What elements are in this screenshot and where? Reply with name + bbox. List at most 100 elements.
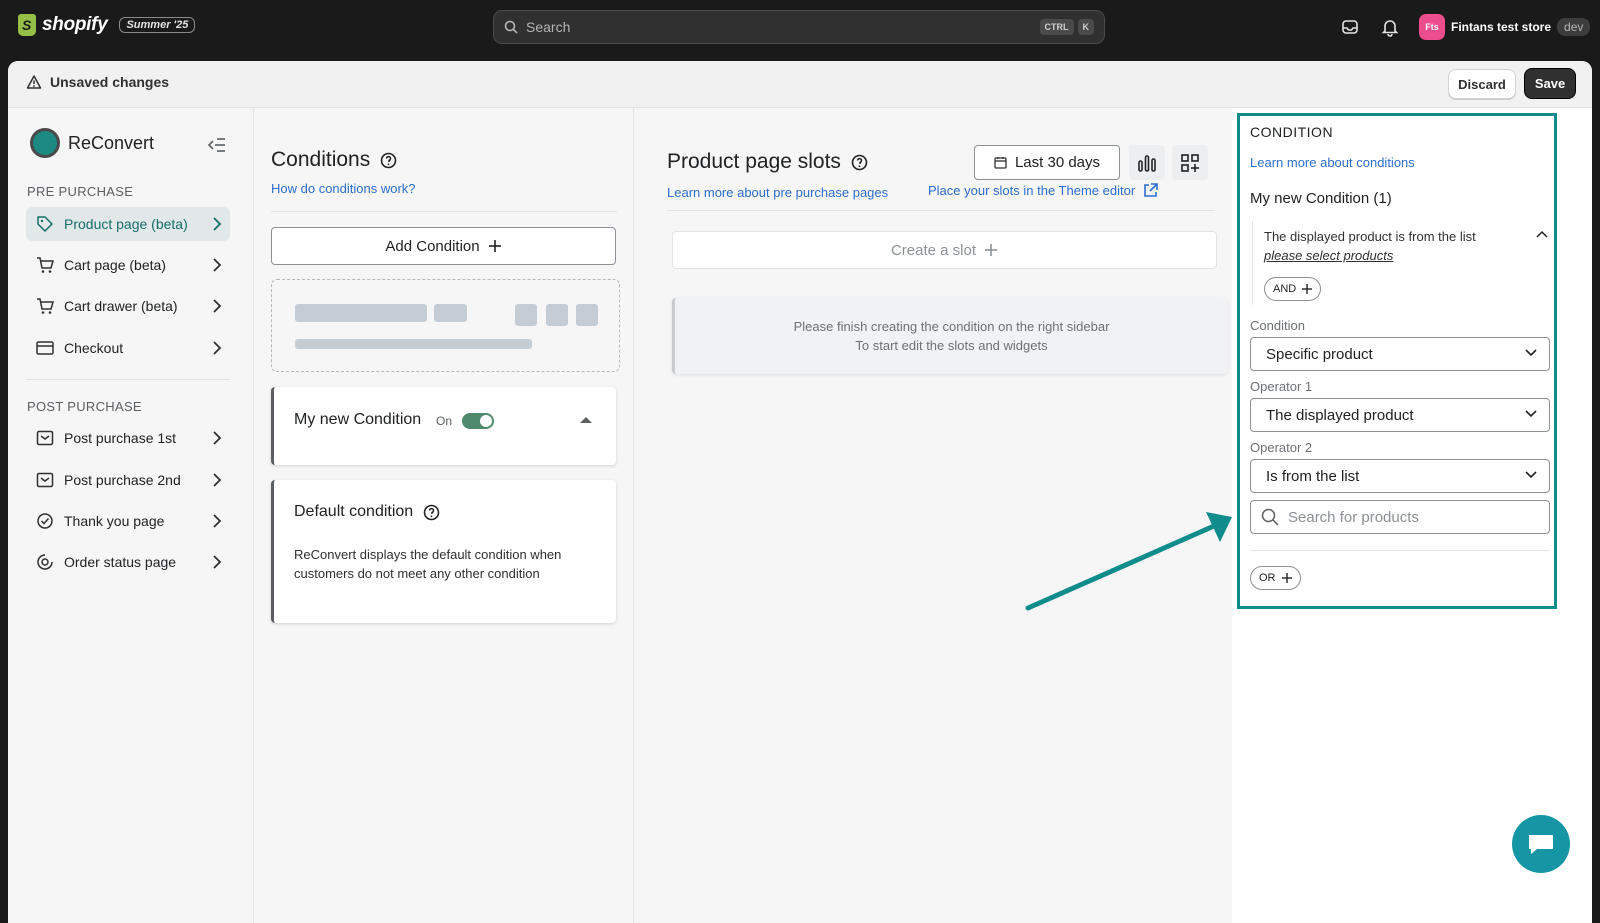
condition-toggle[interactable] xyxy=(462,413,494,429)
skeleton-condition-card xyxy=(271,279,620,372)
create-slot-label: Create a slot xyxy=(890,241,977,259)
condition-label: Condition xyxy=(1250,318,1305,333)
section-divider xyxy=(26,379,230,380)
slots-heading: Product page slots xyxy=(667,150,868,174)
save-button[interactable]: Save xyxy=(1524,68,1576,99)
condition-name: My new Condition (1) xyxy=(1250,190,1392,207)
bar-chart-icon xyxy=(1138,154,1156,172)
default-condition-heading: Default condition xyxy=(294,503,440,521)
calendar-icon xyxy=(994,157,1007,169)
search-placeholder: Search xyxy=(526,19,571,35)
notice-line-1: Please finish creating the condition on … xyxy=(793,319,1110,334)
nav-post-purchase-2nd[interactable]: Post purchase 2nd xyxy=(26,463,230,497)
theme-editor-link[interactable]: Place your slots in the Theme editor xyxy=(928,183,1158,198)
product-search-input[interactable]: Search for products xyxy=(1250,500,1550,534)
skeleton-line xyxy=(295,339,532,349)
chevron-down-icon xyxy=(1525,471,1537,479)
analytics-button[interactable] xyxy=(1129,145,1165,180)
shopify-logo[interactable]: shopify Summer '25 xyxy=(18,14,196,36)
card-icon xyxy=(36,341,54,355)
status-icon xyxy=(37,554,53,570)
page-icon xyxy=(36,430,54,446)
app-frame: Unsaved changes Discard Save ReConvert P… xyxy=(8,61,1592,923)
annotation-arrow xyxy=(1025,512,1232,611)
store-badge: dev xyxy=(1557,18,1591,36)
unsaved-label: Unsaved changes xyxy=(50,74,170,90)
condition-value: Specific product xyxy=(1266,345,1373,363)
bell-icon[interactable] xyxy=(1380,17,1400,37)
discard-button[interactable]: Discard xyxy=(1448,69,1516,99)
plus-icon xyxy=(1302,284,1313,294)
skeleton-bar xyxy=(295,304,427,322)
divider xyxy=(667,210,1215,211)
default-condition-description: ReConvert displays the default condition… xyxy=(294,547,562,581)
nav-label: Cart drawer (beta) xyxy=(64,298,178,314)
store-switcher[interactable]: Fts Fintans test store dev xyxy=(1419,14,1591,40)
nav-label: Checkout xyxy=(64,340,124,356)
caret-up-icon[interactable] xyxy=(579,416,593,424)
inbox-icon[interactable] xyxy=(1340,17,1360,37)
nav-label: Order status page xyxy=(64,554,177,570)
date-range-picker[interactable]: Last 30 days xyxy=(974,145,1120,180)
learn-pre-purchase-link[interactable]: Learn more about pre purchase pages xyxy=(667,185,888,200)
product-search-placeholder: Search for products xyxy=(1288,508,1419,526)
nav-checkout[interactable]: Checkout xyxy=(26,331,230,365)
collapse-sidebar-icon[interactable] xyxy=(208,138,226,152)
help-icon[interactable] xyxy=(851,154,868,171)
add-condition-button[interactable]: Add Condition xyxy=(271,227,616,265)
default-condition-title: Default condition xyxy=(294,503,414,520)
global-search-input[interactable]: Search CTRL K xyxy=(493,10,1105,44)
create-slot-button[interactable]: Create a slot xyxy=(672,231,1217,269)
help-icon[interactable] xyxy=(380,152,397,169)
top-bar: shopify Summer '25 Search CTRL K Fts Fin… xyxy=(0,0,1600,54)
conditions-column: Conditions How do conditions work? Add C… xyxy=(254,108,634,923)
nav-thank-you-page[interactable]: Thank you page xyxy=(26,504,230,538)
chevron-down-icon xyxy=(1525,349,1537,357)
nav-product-page[interactable]: Product page (beta) xyxy=(26,207,230,241)
or-button[interactable]: OR xyxy=(1250,566,1301,590)
store-avatar: Fts xyxy=(1419,14,1445,40)
date-range-label: Last 30 days xyxy=(1014,154,1101,171)
badge-check-icon xyxy=(37,513,53,529)
shortcut-k: K xyxy=(1077,19,1094,35)
store-name: Fintans test store xyxy=(1451,20,1552,34)
nav-order-status-page[interactable]: Order status page xyxy=(26,545,230,579)
chat-bubble-icon xyxy=(1529,835,1553,854)
help-icon[interactable] xyxy=(423,504,440,521)
nav-cart-page[interactable]: Cart page (beta) xyxy=(26,248,230,282)
nav-post-purchase-1st[interactable]: Post purchase 1st xyxy=(26,421,230,455)
add-widget-button[interactable] xyxy=(1172,145,1208,180)
post-purchase-label: POST PURCHASE xyxy=(27,399,142,414)
slots-notice: Please finish creating the condition on … xyxy=(672,298,1228,374)
shopify-wordmark: shopify xyxy=(42,14,108,35)
notice-line-2: To start edit the slots and widgets xyxy=(855,338,1048,353)
divider xyxy=(1250,550,1550,551)
search-icon xyxy=(1261,508,1279,526)
condition-card[interactable]: My new Condition On xyxy=(271,387,616,465)
select-products-link[interactable]: please select products xyxy=(1264,248,1393,263)
unsaved-changes: Unsaved changes xyxy=(26,74,169,90)
condition-status: On xyxy=(436,414,453,428)
learn-conditions-link[interactable]: Learn more about conditions xyxy=(1250,155,1415,170)
how-conditions-work-link[interactable]: How do conditions work? xyxy=(271,181,416,196)
tag-icon xyxy=(37,216,53,232)
nav-cart-drawer[interactable]: Cart drawer (beta) xyxy=(26,289,230,323)
condition-editor-highlight: CONDITION Learn more about conditions My… xyxy=(1237,113,1557,609)
reconvert-logo-icon xyxy=(30,128,60,158)
nav-label: Post purchase 2nd xyxy=(64,472,181,488)
chevron-right-icon xyxy=(213,258,222,272)
and-button[interactable]: AND xyxy=(1264,277,1322,301)
condition-select[interactable]: Specific product xyxy=(1250,337,1550,371)
operator-1-select[interactable]: The displayed product xyxy=(1250,398,1550,432)
chevron-right-icon xyxy=(213,514,222,528)
chevron-up-icon[interactable] xyxy=(1536,230,1548,238)
chevron-down-icon xyxy=(1525,410,1537,418)
operator-2-select[interactable]: Is from the list xyxy=(1250,459,1550,493)
chat-widget-button[interactable] xyxy=(1512,815,1570,873)
slots-title: Product page slots xyxy=(667,150,841,173)
default-condition-card[interactable]: Default condition ReConvert displays the… xyxy=(271,480,616,623)
skeleton-square xyxy=(515,304,537,326)
plus-icon xyxy=(1281,573,1292,583)
chevron-right-icon xyxy=(213,341,222,355)
skeleton-square xyxy=(546,304,568,326)
